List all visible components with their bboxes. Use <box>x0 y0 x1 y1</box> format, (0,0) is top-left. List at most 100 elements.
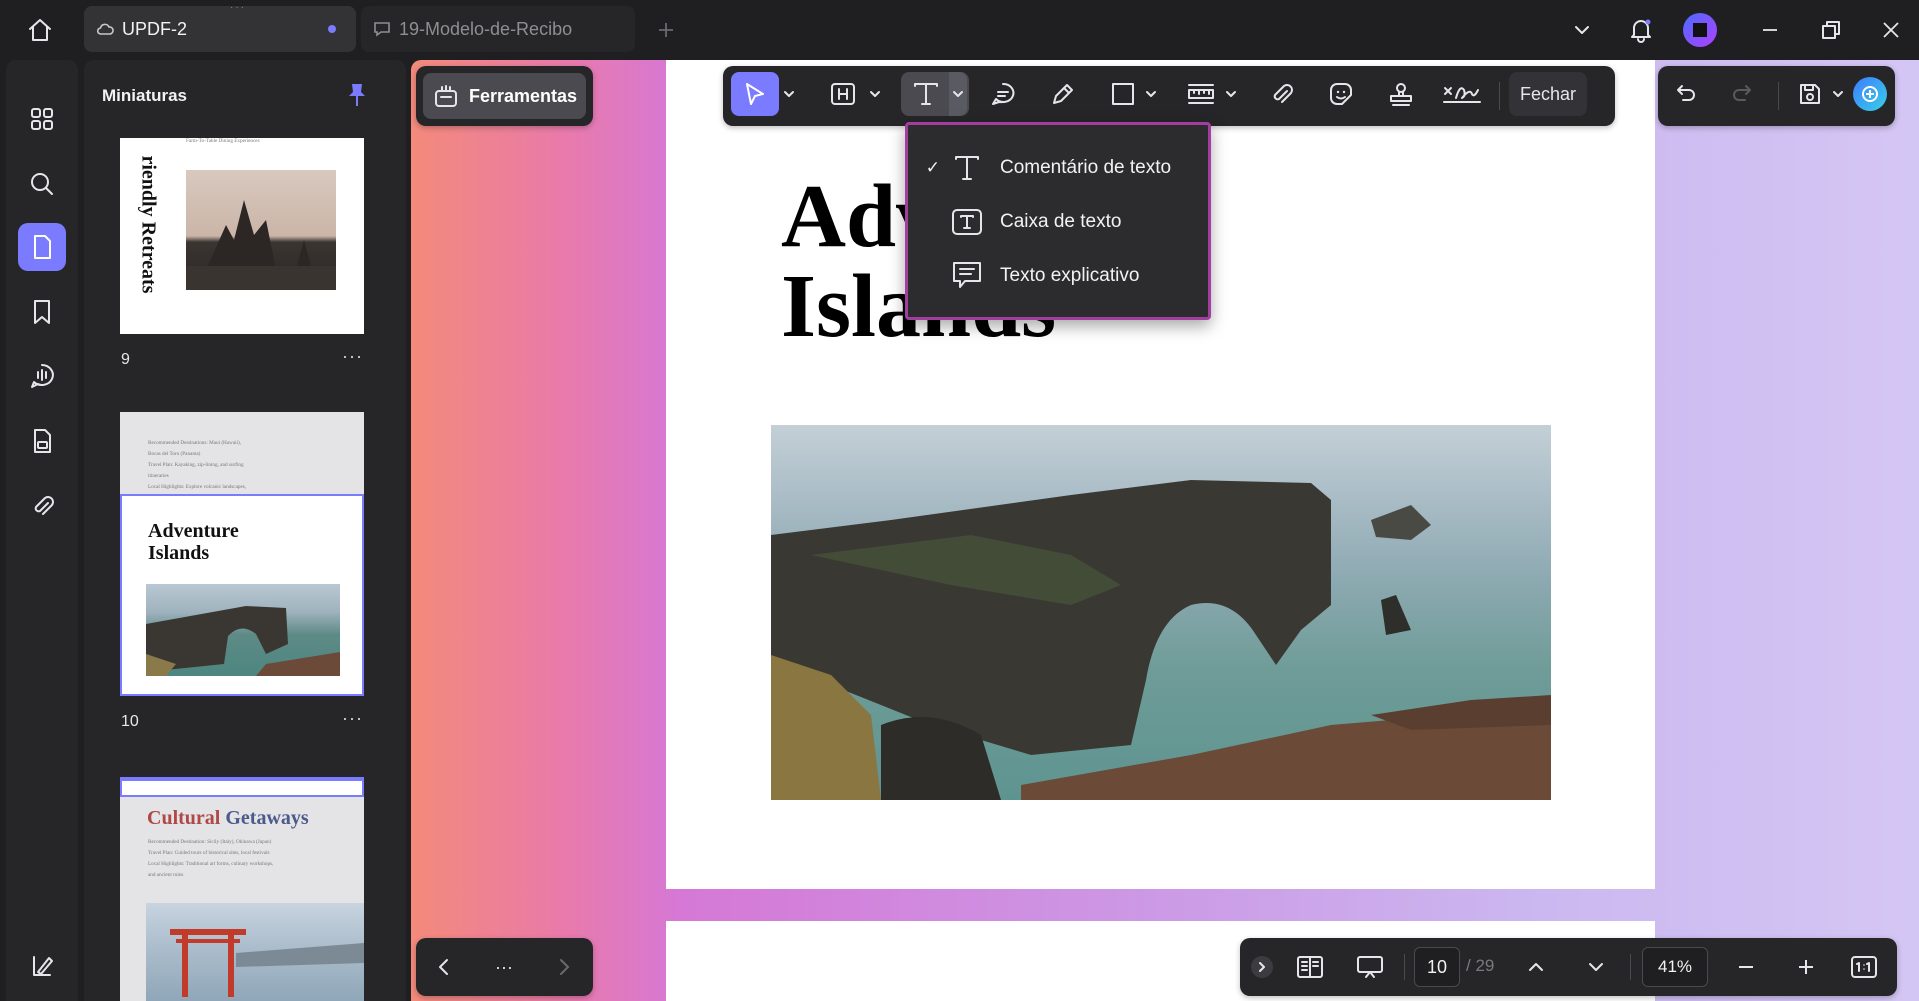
grid-apps-icon[interactable] <box>18 95 66 143</box>
chevron-down-icon[interactable] <box>1562 10 1602 50</box>
menu-item-callout[interactable]: Texto explicativo <box>908 249 1208 303</box>
tab-updf-2[interactable]: UPDF-2 <box>84 6 356 52</box>
new-tab-plus-icon[interactable] <box>646 10 686 50</box>
text-tool-dropdown: ✓ Comentário de texto Caixa de texto Tex… <box>905 122 1211 320</box>
text-t-icon <box>903 80 949 108</box>
tab-modelo-recibo[interactable]: 19-Modelo-de-Recibo <box>361 6 635 52</box>
restore-window-icon[interactable] <box>1811 10 1851 50</box>
thumbnail-heading-line: Adventure <box>148 520 239 542</box>
more-dots-icon[interactable]: ··· <box>482 945 526 989</box>
chevron-left-icon[interactable] <box>422 945 466 989</box>
comment-bubble-icon[interactable] <box>981 72 1025 116</box>
thumbnails-page-icon[interactable] <box>18 223 66 271</box>
pencil-draw-icon[interactable] <box>1041 72 1085 116</box>
rectangle-shape-icon[interactable] <box>1101 72 1145 116</box>
menu-item-label: Comentário de texto <box>1000 157 1172 178</box>
text-t-icon <box>948 152 986 184</box>
thumbnail-page-9[interactable]: riendly Retreats Farm-To-Table Dining Ex… <box>120 138 364 334</box>
thumbnail-text-line: and ancient ruins <box>148 872 184 878</box>
menu-item-label: Texto explicativo <box>1000 265 1140 286</box>
annotation-toolbar: Fechar <box>723 66 1615 126</box>
thumbnail-text-line: Local Highlights: Explore volcanic lands… <box>148 484 247 490</box>
tab-label: UPDF-2 <box>122 18 188 39</box>
drag-handle[interactable]: ··· <box>230 2 246 13</box>
signature-icon[interactable] <box>1437 72 1487 116</box>
thumbnail-image-arch <box>146 584 340 676</box>
bookmark-icon[interactable] <box>18 288 66 336</box>
callout-icon <box>948 260 986 292</box>
close-tools-button[interactable]: Fechar <box>1509 72 1587 116</box>
document-storage-icon[interactable] <box>18 417 66 465</box>
toolbar-separator <box>1778 82 1779 110</box>
thumbnail-text-line: Recommended Destination: Sicily (Italy),… <box>148 839 272 845</box>
view-controls-panel: 10 / 29 41% <box>1240 938 1897 996</box>
page-layout-icon[interactable] <box>1288 945 1332 989</box>
thumbnail-text-line: itineraries <box>148 473 169 479</box>
layers-icon[interactable] <box>18 942 66 990</box>
actual-size-icon[interactable] <box>1842 945 1886 989</box>
tab-label: 19-Modelo-de-Recibo <box>399 18 573 39</box>
panel-title: Miniaturas <box>102 86 188 105</box>
text-tool-button[interactable] <box>901 72 969 116</box>
page-nav-panel: ··· <box>416 938 593 996</box>
home-icon[interactable] <box>20 10 60 50</box>
tools-button[interactable]: Ferramentas <box>423 73 586 119</box>
toolbox-icon <box>433 83 459 109</box>
thumbnail-text-line: Travel Plan: Kayaking, zip-lining, and s… <box>148 462 244 468</box>
thumbnail-heading: Cultural Getaways <box>147 807 309 830</box>
menu-item-label: Caixa de texto <box>1000 211 1122 232</box>
arch-photo <box>771 425 1551 800</box>
chevron-down-icon[interactable] <box>1574 945 1618 989</box>
pin-icon[interactable] <box>346 82 368 113</box>
cloud-icon <box>94 18 116 40</box>
unsaved-dot-icon <box>328 25 336 33</box>
toolbar-separator <box>1499 82 1500 110</box>
chevron-down-icon[interactable] <box>781 72 797 116</box>
chevron-up-icon[interactable] <box>1514 945 1558 989</box>
paperclip-icon[interactable] <box>1259 72 1303 116</box>
highlight-h-icon[interactable] <box>821 72 865 116</box>
notification-bell-icon[interactable] <box>1621 10 1661 50</box>
tools-button-label: Ferramentas <box>469 85 578 106</box>
chevron-down-icon[interactable] <box>949 72 967 116</box>
undo-icon[interactable] <box>1664 72 1708 116</box>
thumbnail-text-line: Local Highlights: Traditional art forms,… <box>148 861 274 867</box>
minimize-icon[interactable] <box>1750 10 1790 50</box>
select-cursor-icon[interactable] <box>731 72 779 116</box>
current-page-input[interactable]: 10 <box>1414 947 1460 987</box>
close-window-icon[interactable] <box>1871 10 1911 50</box>
zoom-out-minus-icon[interactable] <box>1724 945 1768 989</box>
chevron-down-icon[interactable] <box>867 72 883 116</box>
title-bar: UPDF-2 ··· 19-Modelo-de-Recibo <box>0 0 1919 59</box>
comments-list-icon[interactable] <box>18 352 66 400</box>
chevron-down-icon[interactable] <box>1830 72 1846 116</box>
updf-account-icon[interactable] <box>1680 10 1720 50</box>
save-disk-icon[interactable] <box>1788 72 1832 116</box>
sticker-icon[interactable] <box>1319 72 1363 116</box>
thumbnail-page-10[interactable]: Adventure Islands <box>120 494 364 696</box>
redo-icon[interactable] <box>1720 72 1764 116</box>
thumbnail-page-11[interactable]: Cultural Getaways Recommended Destinatio… <box>120 777 364 1001</box>
stamp-icon[interactable] <box>1379 72 1423 116</box>
zoom-level-input[interactable]: 41% <box>1642 947 1708 987</box>
expand-arrow-icon[interactable] <box>1250 945 1274 989</box>
chevron-down-icon[interactable] <box>1143 72 1159 116</box>
menu-item-text-comment[interactable]: ✓ Comentário de texto <box>908 141 1208 195</box>
thumbnail-image-rocks <box>186 170 336 290</box>
thumbnail-heading-red: Cultural <box>147 807 221 829</box>
thumbnail-image-torii <box>146 903 364 1001</box>
attachment-icon[interactable] <box>18 482 66 530</box>
presentation-icon[interactable] <box>1348 945 1392 989</box>
chevron-right-icon[interactable] <box>542 945 586 989</box>
search-icon[interactable] <box>18 160 66 208</box>
thumbnail-number: 9 <box>121 351 130 368</box>
zoom-in-plus-icon[interactable] <box>1784 945 1828 989</box>
thumbnail-heading: riendly Retreats <box>137 155 160 294</box>
more-options-icon[interactable]: ··· <box>342 708 363 729</box>
ai-assistant-icon[interactable] <box>1852 72 1888 116</box>
thumbnail-text-line: Travel Plan: Guided tours of historical … <box>148 850 270 856</box>
menu-item-text-box[interactable]: Caixa de texto <box>908 195 1208 249</box>
chevron-down-icon[interactable] <box>1223 72 1239 116</box>
more-options-icon[interactable]: ··· <box>342 346 363 367</box>
measure-ruler-icon[interactable] <box>1179 72 1223 116</box>
